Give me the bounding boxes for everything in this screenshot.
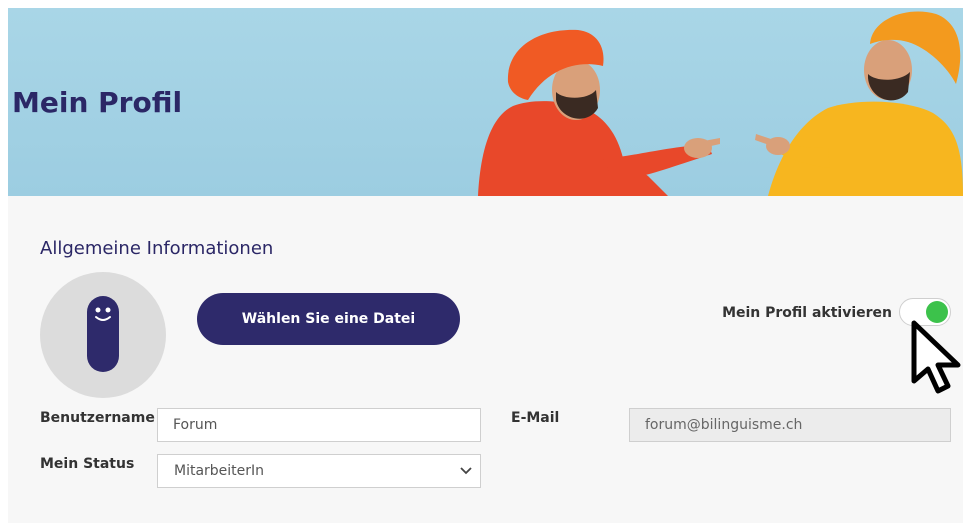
page-title: Mein Profil xyxy=(12,86,183,119)
status-select-value: MitarbeiterIn xyxy=(174,463,265,479)
chevron-down-icon xyxy=(460,467,472,475)
status-select[interactable]: MitarbeiterIn xyxy=(157,454,481,488)
profile-panel: Allgemeine Informationen Wählen Sie eine… xyxy=(8,196,963,523)
avatar[interactable] xyxy=(40,272,166,398)
section-title: Allgemeine Informationen xyxy=(40,238,274,259)
mouse-cursor-icon xyxy=(911,320,961,394)
username-input[interactable]: Forum xyxy=(157,408,481,442)
choose-file-button[interactable]: Wählen Sie eine Datei xyxy=(197,293,460,345)
avatar-mascot-icon xyxy=(87,296,119,372)
activate-profile-label: Mein Profil aktivieren xyxy=(722,305,892,321)
username-label: Benutzername xyxy=(40,410,155,426)
email-input[interactable]: forum@bilinguisme.ch xyxy=(629,408,951,442)
status-label: Mein Status xyxy=(40,456,135,472)
header-banner: Mein Profil xyxy=(8,8,963,196)
email-label: E-Mail xyxy=(511,410,560,426)
